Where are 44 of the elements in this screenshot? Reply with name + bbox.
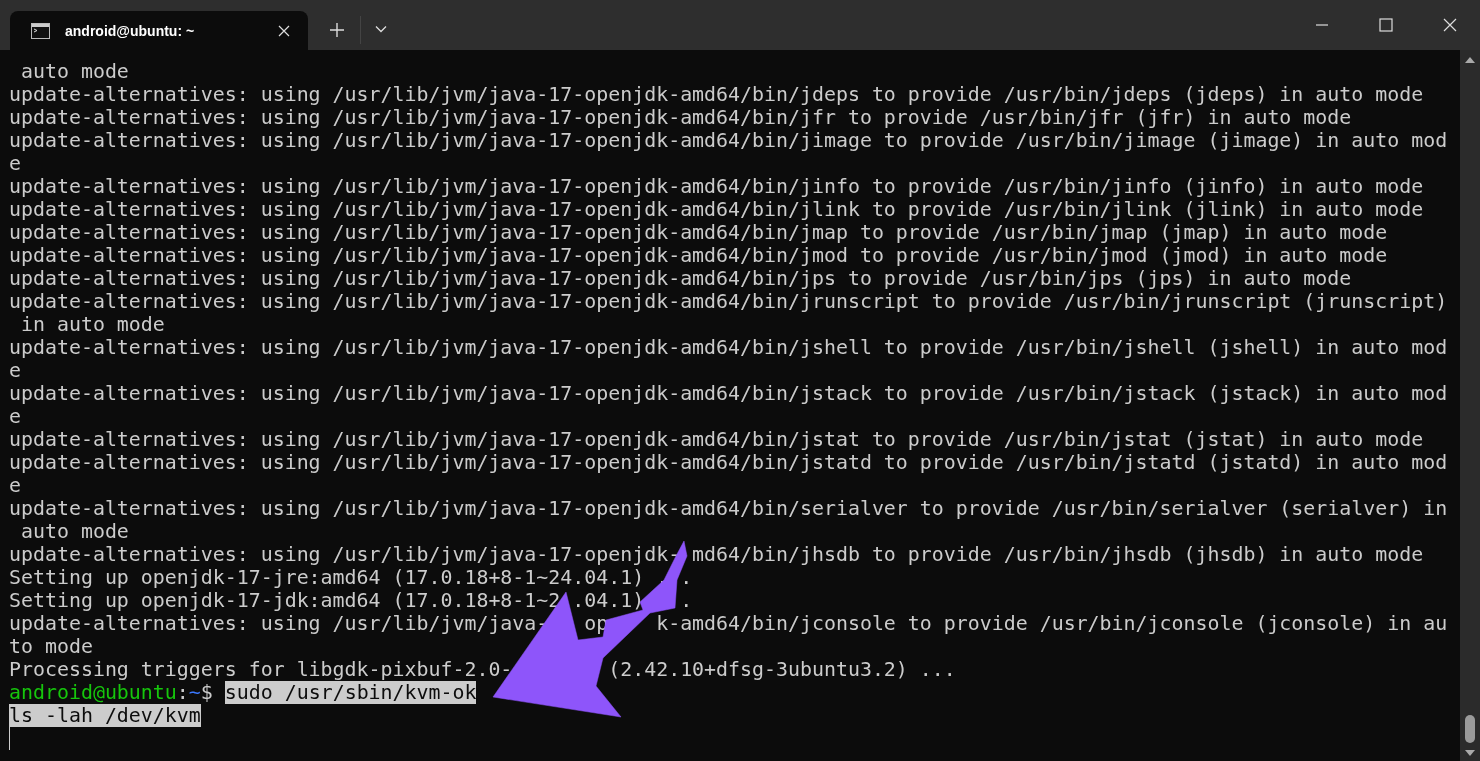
- output-line: update-alternatives: using /usr/lib/jvm/java-17-openjdk-amd64/bin/jshell to provide /usr/bin/jshell (jshell) in auto mod: [9, 336, 1449, 359]
- output-line: Processing triggers for libgdk-pixbuf-2.0- (2.42.10+dfsg-3ubuntu3.2) ...: [9, 658, 957, 681]
- output-line: e: [9, 359, 22, 382]
- output-line: to mode: [9, 635, 94, 658]
- prompt-user: android@ubuntu: [9, 681, 177, 704]
- close-window-icon[interactable]: [1443, 18, 1457, 32]
- output-line: auto mode: [20, 60, 130, 83]
- output-line: update-alternatives: using /usr/lib/jvm/java-17-openjdk-amd64/bin/jps to provide /usr/bin/jps (jps) in auto mode: [9, 267, 1353, 290]
- tab-title: android@ubuntu: ~: [65, 22, 196, 39]
- output-line: update-alternatives: using /usr/lib/jvm/java-17-openjdk-amd64/bin/jmod to provide /usr/bin/jmod (jmod) in auto mode: [9, 244, 1389, 267]
- output-line: update-alternatives: using /usr/lib/jvm/java-17-openjdk-amd64/bin/jdeps to provide /usr/bin/jdeps (jdeps) in auto mode: [9, 83, 1425, 106]
- scrollbar-thumb[interactable]: [1465, 715, 1475, 743]
- output-line: in auto mode: [20, 313, 166, 336]
- output-line: e: [9, 474, 22, 497]
- output-line: e: [9, 405, 22, 428]
- output-line: update-alternatives: using /usr/lib/jvm/java-17-openjdk-amd64/bin/jimage to provide /usr/bin/jimage (jimage) in auto mod: [9, 129, 1449, 152]
- text-cursor: [9, 727, 10, 750]
- command-text: ls -lah /dev/kvm: [9, 704, 201, 727]
- output-line: update-alternatives: using /usr/lib/jvm/java-17-openjdk-amd64/bin/jrunscript to provide /usr/bin/jrunscript (jrunscript): [9, 290, 1449, 313]
- output-line: Setting up openjdk-17-jdk:amd64 (17.0.18+8-1~2 .04.1) .: [9, 589, 694, 612]
- prompt-path: ~: [188, 681, 201, 704]
- command-text: sudo /usr/sbin/kvm-ok: [224, 681, 477, 704]
- terminal-icon: [31, 22, 50, 39]
- output-line: update-alternatives: using /usr/lib/jvm/java-17-openjdk-amd64/bin/jinfo to provide /usr/bin/jinfo (jinfo) in auto mode: [9, 175, 1425, 198]
- output-line: e: [9, 152, 22, 175]
- prompt-symbol: $: [200, 681, 213, 704]
- output-line: update-alternatives: using /usr/lib/jvm/java-17-openjdk-amd64/bin/jstat to provide /usr/bin/jstat (jstat) in auto mode: [9, 428, 1425, 451]
- scrollbar[interactable]: [1460, 50, 1480, 761]
- output-line: update-alternatives: using /usr/lib/jvm/java-17-openjdk-amd64/bin/jlink to provide /usr/bin/jlink (jlink) in auto mode: [9, 198, 1425, 221]
- terminal-tab[interactable]: android@ubuntu: ~: [10, 11, 308, 50]
- output-line: update-alternatives: using /usr/lib/jvm/java-17-openjdk-amd64/bin/jmap to provide /usr/bin/jmap (jmap) in auto mode: [9, 221, 1389, 244]
- scroll-down-icon[interactable]: [1465, 749, 1475, 757]
- output-line: update-alternatives: using /usr/lib/jvm/java-17-openjdk-amd64/bin/jfr to provide /usr/bin/jfr (jfr) in auto mode: [9, 106, 1353, 129]
- prompt-separator: :: [176, 681, 189, 704]
- dropdown-chevron-icon[interactable]: [375, 25, 387, 33]
- new-tab-icon[interactable]: [330, 23, 344, 37]
- output-line: update-alternatives: using /usr/lib/jvm/java-17-openjdk-amd64/bin/jstack to provide /usr/bin/jstack (jstack) in auto mod: [9, 382, 1449, 405]
- output-line: update-alternatives: using /usr/lib/jvm/java-17-openjdk-amd64/bin/serialver to provide /usr/bin/serialver (serialver) in: [9, 497, 1449, 520]
- maximize-icon[interactable]: [1379, 18, 1393, 32]
- output-line: auto mode: [20, 520, 130, 543]
- output-line: update-alternatives: using /usr/lib/jvm/java-17-openjdk- md64/bin/jhsdb to provide /usr/bin/jhsdb (jhsdb) in auto mode: [9, 543, 1425, 566]
- output-line: update-alternatives: using /usr/lib/jvm/java-17-openjdk-amd64/bin/jstatd to provide /usr/bin/jstatd (jstatd) in auto mod: [9, 451, 1449, 474]
- close-tab-icon[interactable]: [278, 24, 290, 37]
- scroll-up-icon[interactable]: [1465, 56, 1475, 64]
